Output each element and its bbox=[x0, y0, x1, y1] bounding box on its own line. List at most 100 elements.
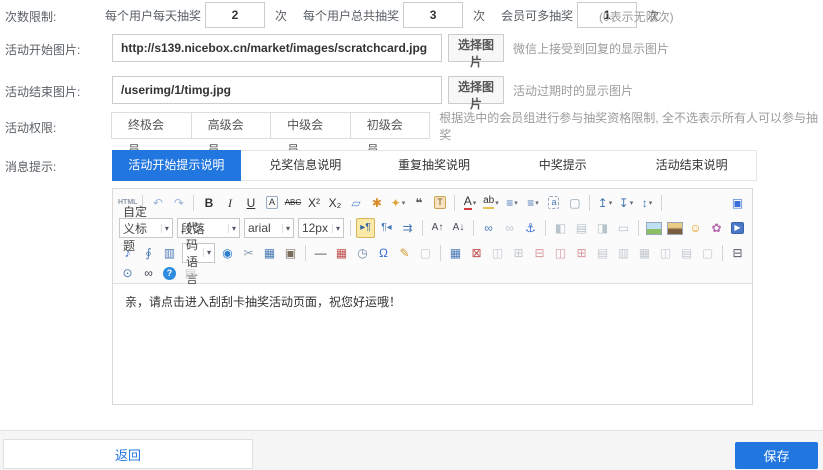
paragraph-space-top-icon-glyph: ↥ bbox=[598, 197, 608, 209]
fullscreen-icon[interactable]: ▣ bbox=[728, 193, 747, 213]
merge-right-icon-glyph: ▦ bbox=[639, 247, 650, 259]
member-level-button[interactable]: 终极会员 bbox=[111, 112, 192, 139]
font-family-select-value: arial bbox=[248, 221, 271, 235]
delete-row-icon[interactable]: ⊞ bbox=[572, 243, 591, 263]
attachment-icon[interactable]: ∮ bbox=[139, 243, 158, 263]
limit-count-input[interactable] bbox=[403, 2, 463, 28]
font-family-select[interactable]: arial▾ bbox=[244, 218, 294, 238]
horizontal-rule-icon[interactable]: — bbox=[311, 243, 330, 263]
insert-frame-icon[interactable]: ▥ bbox=[160, 243, 179, 263]
paragraph-space-bottom-icon[interactable]: ↧▾ bbox=[616, 193, 635, 213]
insert-date-icon[interactable]: ▦ bbox=[332, 243, 351, 263]
strikethrough-icon[interactable]: ABC bbox=[283, 193, 302, 213]
message-tab[interactable]: 兑奖信息说明 bbox=[241, 151, 370, 180]
limit-count-input[interactable] bbox=[205, 2, 265, 28]
page-break-icon[interactable]: ✂ bbox=[239, 243, 258, 263]
ordered-list-icon[interactable]: ≡▾ bbox=[502, 193, 521, 213]
custom-title-select[interactable]: 自定义标题▾ bbox=[119, 218, 173, 238]
map-icon[interactable]: ◉ bbox=[218, 243, 237, 263]
special-chars-icon[interactable]: Ω bbox=[374, 243, 393, 263]
attachment-icon-glyph: ∮ bbox=[145, 247, 151, 259]
insert-image-icon[interactable] bbox=[644, 218, 663, 238]
search-icon[interactable]: ⊙ bbox=[118, 263, 137, 283]
anchor-inline-icon[interactable]: a bbox=[544, 193, 563, 213]
start-image-url-input[interactable] bbox=[112, 34, 442, 62]
find-replace-icon[interactable]: ∞ bbox=[139, 263, 158, 283]
print-icon[interactable]: ⊟ bbox=[728, 243, 747, 263]
blank-doc-icon[interactable]: ▢ bbox=[565, 193, 584, 213]
unordered-list-icon-glyph: ≡ bbox=[527, 197, 534, 209]
dir-rtl-icon[interactable]: ¶◂ bbox=[377, 218, 396, 238]
link-icon[interactable]: ∞ bbox=[479, 218, 498, 238]
chevron-down-icon: ▾ bbox=[630, 199, 634, 207]
highlight-color-icon[interactable]: ab▾ bbox=[481, 193, 500, 213]
line-height-icon[interactable]: ↕▾ bbox=[637, 193, 656, 213]
screenshot-icon[interactable]: ▣ bbox=[281, 243, 300, 263]
delete-table-icon-glyph: ⊠ bbox=[471, 247, 481, 259]
member-level-button[interactable]: 中级会员 bbox=[270, 112, 351, 139]
insert-row-icon[interactable]: ⊟ bbox=[530, 243, 549, 263]
toolbar-separator bbox=[661, 195, 662, 211]
table-sort-icon-glyph: ▤ bbox=[681, 247, 692, 259]
table-title-icon: ◫ bbox=[488, 243, 507, 263]
insert-time-icon[interactable]: ◷ bbox=[353, 243, 372, 263]
redo-icon[interactable]: ↷ bbox=[169, 193, 188, 213]
font-border-icon[interactable]: A bbox=[262, 193, 281, 213]
font-size-select[interactable]: 12px▾ bbox=[298, 218, 344, 238]
toolbar-separator bbox=[440, 245, 441, 261]
paragraph-space-top-icon[interactable]: ↥▾ bbox=[595, 193, 614, 213]
format-brush-icon[interactable]: ✱ bbox=[367, 193, 386, 213]
auto-typeset-icon[interactable]: ✦▾ bbox=[388, 193, 407, 213]
superscript-icon[interactable]: X² bbox=[304, 193, 323, 213]
italic-icon-glyph: I bbox=[228, 197, 232, 209]
toolbar-row-1: HTML↶↷BIUAABCX²X₂▱✱✦▾❝TA▾ab▾≡▾≡▾a▢↥▾↧▾↕▾… bbox=[115, 190, 750, 215]
toolbar-separator bbox=[305, 245, 306, 261]
message-tab[interactable]: 活动结束说明 bbox=[627, 151, 756, 180]
help-icon[interactable]: ? bbox=[160, 263, 179, 283]
delete-table-icon[interactable]: ⊠ bbox=[467, 243, 486, 263]
message-tab[interactable]: 活动开始提示说明 bbox=[112, 150, 241, 181]
end-image-url-input[interactable] bbox=[112, 76, 442, 104]
spreadsheet-icon[interactable]: ▦ bbox=[260, 243, 279, 263]
chevron-down-icon: ▾ bbox=[332, 224, 340, 233]
insert-video-icon[interactable]: ▶ bbox=[728, 218, 747, 238]
member-level-button[interactable]: 高级会员 bbox=[191, 112, 272, 139]
font-color-icon[interactable]: A▾ bbox=[460, 193, 479, 213]
merge-right-icon: ▦ bbox=[635, 243, 654, 263]
to-uppercase-icon[interactable]: A↑ bbox=[428, 218, 447, 238]
member-level-button[interactable]: 初级会员 bbox=[350, 112, 431, 139]
image-manager-icon[interactable] bbox=[665, 218, 684, 238]
indent-icon[interactable]: ⇉ bbox=[398, 218, 417, 238]
emotion-icon[interactable]: ☺ bbox=[686, 218, 705, 238]
insert-table-icon[interactable]: ▦ bbox=[446, 243, 465, 263]
blockquote-icon[interactable]: ❝ bbox=[409, 193, 428, 213]
underline-icon[interactable]: U bbox=[241, 193, 260, 213]
code-language-select[interactable]: 代码语言▾ bbox=[182, 243, 215, 263]
anchor-icon[interactable]: ⚓ bbox=[521, 218, 540, 238]
scrawl-icon[interactable]: ✿ bbox=[707, 218, 726, 238]
choose-end-image-button[interactable]: 选择图片 bbox=[448, 76, 504, 104]
message-tab[interactable]: 中奖提示 bbox=[498, 151, 627, 180]
merge-down-icon: ◫ bbox=[656, 243, 675, 263]
toolbar-row-4: ⊙∞?▤ bbox=[115, 264, 750, 282]
back-button[interactable]: 返回 bbox=[3, 439, 253, 469]
unordered-list-icon[interactable]: ≡▾ bbox=[523, 193, 542, 213]
message-tab[interactable]: 重复抽奖说明 bbox=[370, 151, 499, 180]
insert-col-icon[interactable]: ◫ bbox=[551, 243, 570, 263]
remove-format-icon[interactable]: ▱ bbox=[346, 193, 365, 213]
save-button[interactable]: 保存 bbox=[735, 442, 818, 469]
edit-note-icon[interactable]: ✎ bbox=[395, 243, 414, 263]
italic-icon[interactable]: I bbox=[220, 193, 239, 213]
subscript-icon[interactable]: X₂ bbox=[325, 193, 344, 213]
bold-icon[interactable]: B bbox=[199, 193, 218, 213]
music-icon[interactable]: ♪ bbox=[118, 243, 137, 263]
paste-text-icon[interactable]: T bbox=[430, 193, 449, 213]
permission-hint: 根据选中的会员组进行参与抽奖资格限制, 全不选表示所有人可以参与抽奖 bbox=[439, 109, 823, 143]
dir-ltr-icon[interactable]: ▸¶ bbox=[356, 218, 375, 238]
editor-content[interactable]: 亲，请点击进入刮刮卡抽奖活动页面，祝您好运哦！ bbox=[113, 284, 752, 404]
table-bg-icon-glyph: ▢ bbox=[702, 247, 713, 259]
unlink-icon-glyph: ∞ bbox=[505, 222, 514, 234]
start-image-hint: 微信上接受到回复的显示图片 bbox=[513, 40, 669, 57]
to-lowercase-icon[interactable]: A↓ bbox=[449, 218, 468, 238]
choose-start-image-button[interactable]: 选择图片 bbox=[448, 34, 504, 62]
